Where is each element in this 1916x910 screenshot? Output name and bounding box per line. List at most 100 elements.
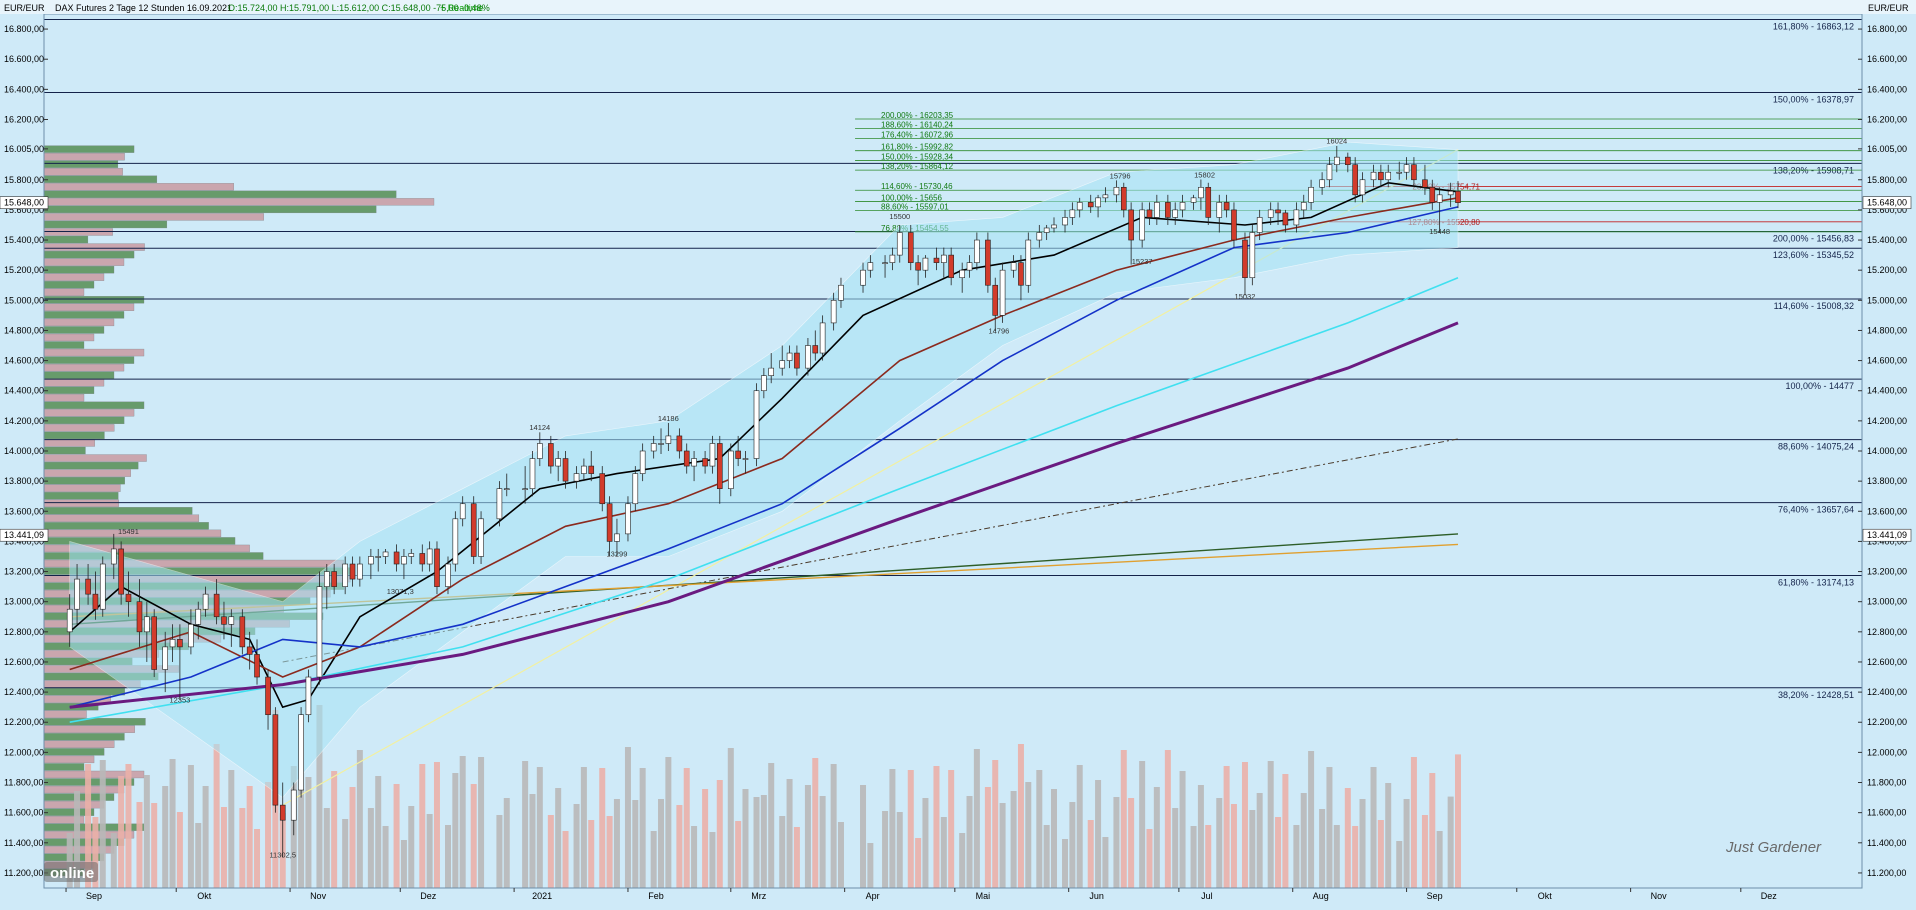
candle-body xyxy=(298,714,304,791)
candle-body xyxy=(85,578,91,595)
fib-label: 114,60% - 15008,32 xyxy=(1774,301,1854,311)
candle-body xyxy=(555,458,561,467)
volume-profile-bar xyxy=(43,326,105,334)
volume-bar xyxy=(555,788,562,888)
volume-bar xyxy=(162,786,169,888)
candle-body xyxy=(599,473,606,505)
candle-body xyxy=(1069,209,1076,218)
volume-bar xyxy=(459,756,466,888)
candle xyxy=(999,262,1006,323)
volume-profile-bar xyxy=(43,348,145,357)
candle-body xyxy=(915,262,921,271)
dax-chart[interactable]: 161,80% - 16863,12 150,00% - 16378,97 138,… xyxy=(0,0,1916,905)
volume-bar xyxy=(999,803,1006,888)
volume-bar xyxy=(1128,798,1135,888)
volume-bar xyxy=(1179,771,1186,888)
y-tick-label-right: 12.400,00 xyxy=(1867,687,1907,697)
candle-body xyxy=(254,654,260,678)
candle xyxy=(99,556,106,617)
volume-profile-bar xyxy=(43,356,135,364)
price-marker-label-right: 13.441,09 xyxy=(1867,530,1907,540)
volume-bar xyxy=(433,762,440,888)
y-tick-label-left: 16.800,00 xyxy=(4,24,44,34)
candle-body xyxy=(1436,194,1443,203)
candle xyxy=(1025,232,1032,293)
fib-label: 76,40% - 13657,64 xyxy=(1778,505,1854,515)
y-tick-label-left: 15.000,00 xyxy=(4,295,44,305)
candle-body xyxy=(1396,171,1403,174)
volume-bar xyxy=(1256,793,1263,888)
volume-bar xyxy=(973,749,980,888)
volume-profile-bar xyxy=(43,424,115,432)
candle-body xyxy=(470,503,477,557)
instrument-title: DAX Futures 2 Tage 12 Stunden 16.09.2021 xyxy=(55,3,232,13)
candle-body xyxy=(1403,164,1410,173)
volume-bar xyxy=(735,821,742,888)
y-tick-label-right: 13.000,00 xyxy=(1867,597,1907,607)
y-tick-label-left: 12.400,00 xyxy=(4,687,44,697)
candle-body xyxy=(1025,239,1032,286)
volume-bar xyxy=(1087,820,1094,888)
candle-body xyxy=(426,548,433,565)
y-tick-label-right: 13.200,00 xyxy=(1867,567,1907,577)
volume-profile-bar xyxy=(43,748,105,756)
volume-profile-bar xyxy=(43,220,168,229)
candle-body xyxy=(889,254,896,263)
volume-profile-bar xyxy=(43,318,115,327)
candle-body xyxy=(1051,224,1057,229)
brand-logo-text: online xyxy=(50,865,94,882)
candle-body xyxy=(794,352,800,369)
volume-bar xyxy=(110,833,117,888)
volume-bar xyxy=(1025,782,1032,888)
candle-body xyxy=(1345,156,1351,165)
y-tick-label-right: 12.000,00 xyxy=(1867,747,1907,757)
candle-body xyxy=(1256,217,1263,233)
candle-body xyxy=(548,443,554,467)
y-tick-label-right: 14.200,00 xyxy=(1867,416,1907,426)
volume-profile-bar xyxy=(43,446,86,455)
price-annotation: 15032 xyxy=(1235,292,1256,301)
inner-fib-label-green: 188,60% - 16140,24 xyxy=(881,120,954,129)
candle-body xyxy=(1205,186,1212,218)
candle-body xyxy=(1249,232,1256,279)
volume-profile-bar xyxy=(43,235,89,244)
volume-bar xyxy=(1043,825,1050,888)
volume-bar xyxy=(1370,767,1377,888)
candle-body xyxy=(272,714,279,806)
candle-body xyxy=(786,352,793,361)
x-tick-label: Okt xyxy=(1538,891,1553,901)
price-annotation: 15237 xyxy=(1132,257,1153,266)
volume-bar xyxy=(742,789,749,888)
volume-profile-bar xyxy=(43,296,145,304)
volume-bar xyxy=(804,785,811,888)
candle-body xyxy=(1267,209,1274,218)
x-tick-label: Feb xyxy=(648,891,664,901)
volume-bar xyxy=(606,816,613,888)
candle-body xyxy=(753,390,760,459)
price-annotation: 15500 xyxy=(889,212,910,221)
fib-label: 61,80% - 13174,13 xyxy=(1778,577,1854,587)
volume-bar xyxy=(1249,810,1256,888)
y-tick-label-left: 16.600,00 xyxy=(4,54,44,64)
candle-body xyxy=(1172,209,1178,218)
volume-bar xyxy=(470,784,477,888)
candle-body xyxy=(136,601,143,633)
volume-profile-bar xyxy=(43,740,115,748)
volume-bar xyxy=(716,780,723,888)
candle xyxy=(452,511,459,572)
volume-profile-bar xyxy=(43,514,200,522)
volume-profile-bar xyxy=(43,499,119,507)
candle-body xyxy=(1223,202,1230,211)
signature-watermark: Just Gardener xyxy=(1725,839,1822,856)
inner-fib-label-green: 138,20% - 15864,12 xyxy=(881,162,954,171)
price-annotation: 14124 xyxy=(529,423,550,432)
volume-bar xyxy=(323,808,330,888)
volume-bar xyxy=(176,812,183,888)
candle-body xyxy=(742,458,749,460)
candle-body xyxy=(537,443,543,459)
volume-bar xyxy=(195,823,202,888)
candle xyxy=(151,609,157,678)
candle-body xyxy=(702,458,708,467)
y-tick-label-right: 16.800,00 xyxy=(1867,24,1907,34)
volume-bar xyxy=(1282,774,1289,888)
